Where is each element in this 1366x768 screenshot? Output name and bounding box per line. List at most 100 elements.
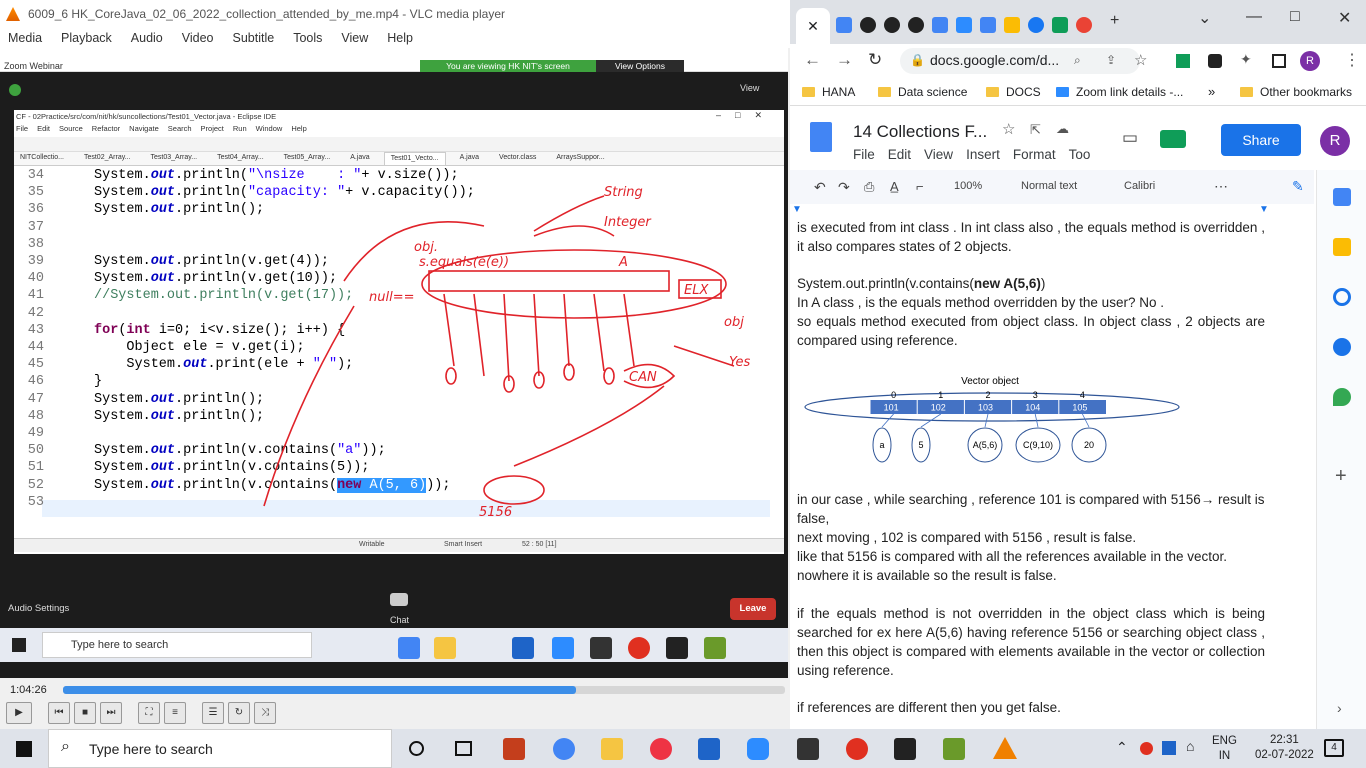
- indent-marker-icon[interactable]: ▼: [792, 204, 802, 215]
- bookmark-data-science[interactable]: Data science: [878, 85, 967, 99]
- docs-tab-icon[interactable]: [932, 17, 948, 33]
- file-explorer-icon[interactable]: [601, 738, 623, 760]
- terminal-icon[interactable]: [894, 738, 916, 760]
- bookmarks-overflow[interactable]: »: [1208, 84, 1215, 99]
- ec-menu-window[interactable]: Window: [256, 124, 283, 137]
- tab-search-icon[interactable]: ⌄: [1198, 8, 1211, 28]
- puzzle-icon[interactable]: ✦: [1240, 51, 1252, 68]
- meet-icon[interactable]: [1160, 130, 1186, 148]
- menu-video[interactable]: Video: [182, 31, 214, 45]
- zoom-select[interactable]: 100%: [954, 180, 982, 192]
- loop-button[interactable]: ↻: [228, 702, 250, 724]
- zoom-icon[interactable]: [552, 637, 574, 659]
- bookmark-other[interactable]: Other bookmarks: [1240, 85, 1352, 99]
- windows-start-icon[interactable]: [16, 741, 32, 757]
- spellcheck-icon[interactable]: A̲: [890, 179, 899, 194]
- add-addon-icon[interactable]: +: [1335, 465, 1347, 488]
- vector-diagram[interactable]: Vector object 0 101 a 1 102 5 2 103 A(5,6) 3 104 C(…: [800, 375, 1180, 467]
- avatar[interactable]: R: [1320, 126, 1350, 156]
- fullscreen-button[interactable]: ⛶: [138, 702, 160, 724]
- omnibox[interactable]: 🔒 docs.google.com/d...: [900, 48, 1140, 74]
- network-icon[interactable]: ⌂: [1186, 738, 1194, 754]
- document-title[interactable]: 14 Collections F...: [853, 122, 987, 142]
- zoom-tab-icon[interactable]: [956, 17, 972, 33]
- editor-tab[interactable]: Test02_Array...: [78, 152, 137, 165]
- share-button[interactable]: Share: [1221, 124, 1301, 156]
- task-view-icon[interactable]: [455, 741, 472, 756]
- zoom-view-button[interactable]: View: [740, 83, 759, 93]
- cortana-icon[interactable]: [409, 741, 424, 756]
- powerpoint-icon[interactable]: [503, 738, 525, 760]
- menu-media[interactable]: Media: [8, 31, 42, 45]
- new-tab-icon[interactable]: +: [1110, 12, 1119, 30]
- back-icon[interactable]: ←: [804, 50, 821, 70]
- ec-menu-run[interactable]: Run: [233, 124, 247, 137]
- leave-button[interactable]: Leave: [730, 598, 776, 620]
- ec-menu-source[interactable]: Source: [59, 124, 83, 137]
- document-body[interactable]: is executed from int class . In int clas…: [790, 218, 1314, 729]
- extension-icon[interactable]: [1208, 54, 1222, 68]
- editor-tab[interactable]: ArraysSuppor...: [550, 152, 610, 165]
- tasks-icon[interactable]: [1333, 288, 1351, 306]
- docs-menu-file[interactable]: File: [853, 147, 875, 162]
- move-icon[interactable]: ⇱: [1030, 122, 1041, 138]
- shuffle-button[interactable]: ⤨: [254, 702, 276, 724]
- ec-menu-help[interactable]: Help: [291, 124, 306, 137]
- vlc-icon[interactable]: [993, 737, 1017, 759]
- previous-button[interactable]: ⏮: [48, 702, 70, 724]
- google-tab-icon[interactable]: [1076, 17, 1092, 33]
- github-tab-icon[interactable]: [860, 17, 876, 33]
- menu-help[interactable]: Help: [387, 31, 413, 45]
- video-area[interactable]: Zoom Webinar You are viewing HK NIT's sc…: [0, 48, 788, 678]
- print-icon[interactable]: ⎙: [864, 179, 874, 195]
- tray-app-icon[interactable]: [1162, 741, 1176, 755]
- sheets-tab-icon[interactable]: [1052, 17, 1068, 33]
- zoom-lens-icon[interactable]: ⌕: [1074, 53, 1081, 68]
- reload-icon[interactable]: ↻: [868, 50, 882, 70]
- keep-icon[interactable]: [1333, 238, 1351, 256]
- docs-menu-view[interactable]: View: [924, 147, 953, 162]
- forward-icon[interactable]: →: [836, 50, 853, 70]
- extension-icon[interactable]: [1176, 54, 1190, 68]
- docs-logo-icon[interactable]: [810, 122, 832, 152]
- kebab-menu-icon[interactable]: ⋮: [1344, 50, 1360, 70]
- store-icon[interactable]: [698, 738, 720, 760]
- editor-tab[interactable]: Test04_Array...: [211, 152, 270, 165]
- notepad-icon[interactable]: [943, 738, 965, 760]
- star-icon[interactable]: ☆: [1002, 120, 1015, 138]
- next-button[interactable]: ⏭: [100, 702, 122, 724]
- language-indicator[interactable]: ENG IN: [1212, 734, 1237, 764]
- zoom-icon[interactable]: [747, 738, 769, 760]
- explorer-icon[interactable]: [434, 637, 456, 659]
- store-icon[interactable]: [512, 637, 534, 659]
- editor-tab[interactable]: A.java: [344, 152, 375, 165]
- indent-marker-icon[interactable]: ▼: [1259, 204, 1269, 215]
- docs-tab-icon[interactable]: [980, 17, 996, 33]
- comments-icon[interactable]: ▭: [1122, 128, 1138, 148]
- clock[interactable]: 22:31 02-07-2022: [1255, 733, 1314, 763]
- stop-button[interactable]: ■: [74, 702, 96, 724]
- bookmark-docs[interactable]: DOCS: [986, 85, 1041, 99]
- ec-menu-file[interactable]: File: [16, 124, 28, 137]
- tray-chevron-icon[interactable]: ⌃: [1116, 739, 1128, 756]
- contacts-icon[interactable]: [1333, 338, 1351, 356]
- bookmark-hana[interactable]: HANA: [802, 85, 855, 99]
- extended-settings-button[interactable]: ≡: [164, 702, 186, 724]
- font-select[interactable]: Calibri: [1124, 180, 1155, 192]
- menu-audio[interactable]: Audio: [131, 31, 163, 45]
- docs-tab-icon[interactable]: [836, 17, 852, 33]
- taskbar-search[interactable]: ⌕ Type here to search: [48, 729, 392, 768]
- facebook-tab-icon[interactable]: [1028, 17, 1044, 33]
- audio-settings-button[interactable]: Audio Settings: [8, 603, 69, 614]
- snipping-icon[interactable]: [650, 738, 672, 760]
- profile-avatar[interactable]: R: [1300, 51, 1320, 71]
- menu-playback[interactable]: Playback: [61, 31, 112, 45]
- playlist-button[interactable]: ☰: [202, 702, 224, 724]
- zoom-view-options-button[interactable]: View Options: [596, 60, 684, 72]
- menu-subtitle[interactable]: Subtitle: [233, 31, 275, 45]
- sidepanel-icon[interactable]: [1272, 54, 1286, 68]
- notification-icon[interactable]: 4: [1324, 739, 1344, 757]
- close-window-icon[interactable]: ✕: [1338, 8, 1351, 28]
- editor-tab[interactable]: Test03_Array...: [145, 152, 204, 165]
- github-tab-icon[interactable]: [908, 17, 924, 33]
